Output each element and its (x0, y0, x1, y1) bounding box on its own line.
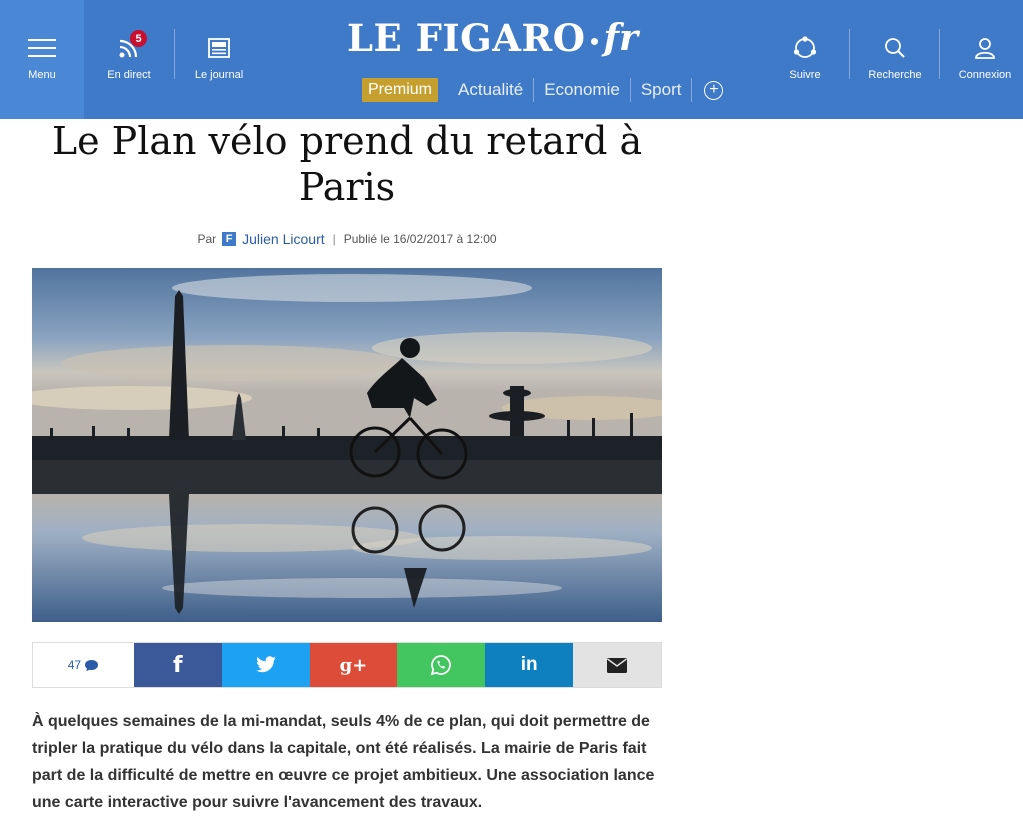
figaro-author-icon: F (222, 232, 237, 246)
article-photo (32, 268, 662, 622)
envelope-icon (607, 657, 628, 673)
menu-button[interactable]: Menu (0, 0, 84, 95)
header-divider (939, 29, 940, 79)
login-button[interactable]: Connexion (949, 0, 1021, 95)
twitter-icon (255, 656, 277, 674)
follow-icon (792, 28, 818, 68)
live-label: En direct (107, 69, 151, 81)
nav-item-economie[interactable]: Economie (534, 80, 630, 100)
nav-more-plus-icon[interactable]: + (704, 80, 724, 100)
comment-bubble-icon (84, 659, 99, 672)
byline-prefix: Par (197, 232, 217, 246)
live-count-badge: 5 (130, 30, 147, 47)
journal-label: Le journal (194, 69, 244, 81)
header-divider (849, 29, 850, 79)
publish-date: Publié le 16/02/2017 à 12:00 (343, 232, 497, 246)
twitter-share-button[interactable] (221, 643, 310, 687)
logo-dot (591, 37, 599, 45)
googleplus-icon: g+ (339, 654, 368, 676)
hamburger-icon (28, 28, 56, 68)
byline-separator: | (332, 232, 336, 246)
follow-label: Suivre (789, 69, 821, 81)
comment-count: 47 (67, 658, 82, 672)
journal-button[interactable]: Le journal (184, 0, 254, 95)
article-lead: À quelques semaines de la mi-mandat, seu… (32, 713, 655, 811)
search-label: Recherche (868, 69, 922, 81)
article-byline: Par F Julien Licourt | Publié le 16/02/2… (32, 231, 662, 247)
share-bar: 47 f g+ in (32, 642, 662, 688)
header-divider (174, 29, 175, 79)
site-logo[interactable]: LE FIGARO fr (347, 14, 638, 62)
whatsapp-share-button[interactable] (397, 643, 486, 687)
search-button[interactable]: Recherche (860, 0, 930, 95)
facebook-icon: f (172, 652, 183, 678)
logo-wordmark: LE FIGARO (347, 16, 586, 60)
article-title: Le Plan vélo prend du retard à Paris (51, 119, 643, 209)
facebook-share-button[interactable]: f (133, 643, 222, 687)
linkedin-share-button[interactable]: in (485, 643, 574, 687)
linkedin-icon: in (520, 654, 538, 675)
live-button[interactable]: En direct (94, 0, 164, 95)
main-nav: Premium Actualité Economie Sport + (362, 76, 724, 104)
site-header: Menu En direct 5 Le journal LE FIGARO fr… (0, 0, 1023, 119)
login-label: Connexion (958, 69, 1012, 81)
email-share-button[interactable] (573, 643, 661, 687)
nav-divider (691, 78, 693, 102)
googleplus-share-button[interactable]: g+ (309, 643, 398, 687)
newspaper-icon (208, 28, 230, 68)
nav-premium[interactable]: Premium (362, 78, 439, 102)
comment-count-button[interactable]: 47 (33, 643, 134, 687)
user-icon (974, 28, 996, 68)
search-icon (884, 28, 906, 68)
logo-suffix: fr (603, 17, 638, 59)
menu-label: Menu (28, 69, 56, 81)
follow-button[interactable]: Suivre (770, 0, 840, 95)
nav-item-actualite[interactable]: Actualité (448, 80, 533, 100)
nav-item-sport[interactable]: Sport (631, 80, 692, 100)
whatsapp-icon (430, 654, 452, 676)
author-link[interactable]: Julien Licourt (242, 231, 325, 247)
